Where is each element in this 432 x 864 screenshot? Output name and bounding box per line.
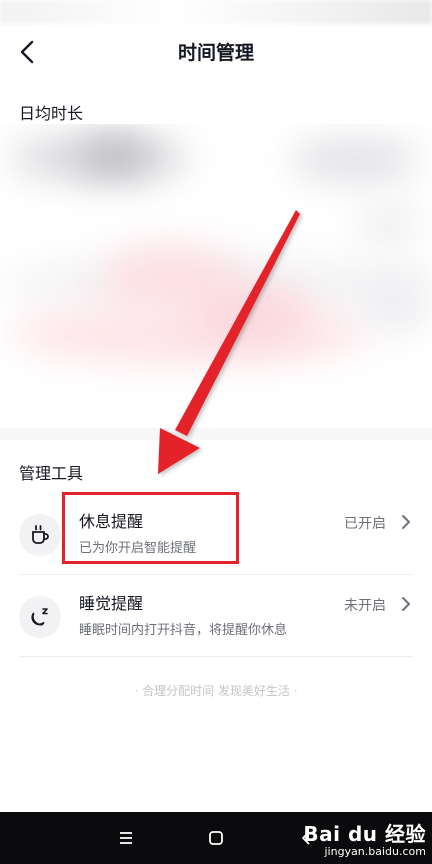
watermark-url: jingyan.baidu.com [324, 845, 426, 858]
home-button[interactable] [202, 824, 230, 852]
row-divider [19, 656, 413, 657]
chevron-right-icon [398, 513, 414, 531]
moon-icon [31, 608, 48, 626]
rest-reminder-row[interactable]: 休息提醒 已为你开启智能提醒 已开启 [0, 494, 432, 574]
watermark-brand: Bai du 经验 [303, 822, 426, 846]
rest-reminder-status: 已开启 [344, 516, 386, 532]
page-title: 时间管理 [177, 42, 254, 64]
sleep-reminder-row[interactable]: 睡觉提醒 睡眠时间内打开抖音，将提醒你休息 未开启 [0, 576, 432, 656]
sleep-reminder-subtitle: 睡眠时间内打开抖音，将提醒你休息 [79, 623, 288, 638]
menu-button[interactable] [112, 824, 140, 852]
footer-slogan: · 合理分配时间 发现美好生活 · [134, 684, 298, 698]
tools-section-title: 管理工具 [19, 464, 84, 483]
square-icon [209, 831, 223, 845]
section-divider [0, 428, 432, 440]
rest-reminder-title: 休息提醒 [79, 512, 144, 531]
chevron-right-icon [398, 595, 414, 613]
daily-duration-title: 日均时长 [19, 104, 84, 123]
daily-duration-chart-blurred [0, 124, 432, 424]
row-divider [19, 574, 413, 575]
menu-icon [120, 832, 132, 844]
rest-reminder-icon-wrap [19, 514, 61, 556]
header: 时间管理 [0, 24, 432, 80]
rest-reminder-subtitle: 已为你开启智能提醒 [79, 541, 197, 556]
sleep-reminder-icon-wrap [19, 596, 61, 638]
system-nav-bar: Bai du 经验 jingyan.baidu.com [0, 812, 432, 864]
sleep-reminder-status: 未开启 [344, 598, 386, 614]
baidu-watermark: Bai du 经验 jingyan.baidu.com [303, 818, 426, 858]
cup-icon [32, 525, 49, 544]
sleep-reminder-title: 睡觉提醒 [79, 594, 144, 613]
status-bar [0, 0, 432, 24]
